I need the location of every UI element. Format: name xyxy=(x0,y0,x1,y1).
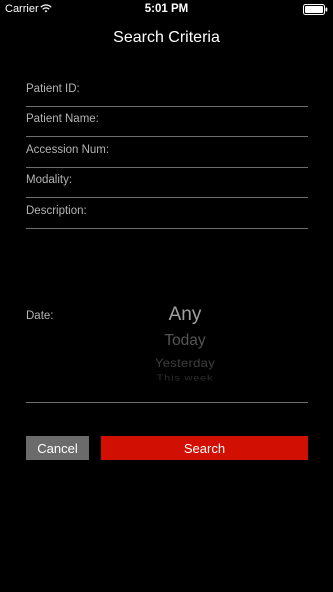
modality-field[interactable]: Modality: xyxy=(26,167,308,198)
accession-num-label: Accession Num: xyxy=(26,144,110,156)
description-input[interactable] xyxy=(112,202,308,224)
date-divider xyxy=(26,402,308,403)
accession-num-field[interactable]: Accession Num: xyxy=(26,137,308,168)
battery-icon xyxy=(303,4,328,15)
date-option-selected[interactable]: Any xyxy=(110,304,260,326)
date-option[interactable]: This week xyxy=(110,374,260,383)
page-title: Search Criteria xyxy=(113,29,220,46)
date-option[interactable]: Yesterday xyxy=(110,355,260,369)
description-label: Description: xyxy=(26,205,87,217)
date-label: Date: xyxy=(26,310,54,322)
search-button[interactable]: Search xyxy=(101,436,308,460)
status-bar: Carrier 5:01 PM xyxy=(0,0,333,18)
cancel-button[interactable]: Cancel xyxy=(26,436,89,460)
description-field[interactable]: Description: xyxy=(26,198,308,229)
date-option[interactable]: Today xyxy=(110,332,260,350)
patient-id-input[interactable] xyxy=(112,80,308,102)
patient-id-field[interactable]: Patient ID: xyxy=(26,76,308,107)
modality-label: Modality: xyxy=(26,174,73,186)
patient-id-label: Patient ID: xyxy=(26,83,80,95)
patient-name-label: Patient Name: xyxy=(26,113,99,125)
accession-num-input[interactable] xyxy=(112,141,308,163)
date-picker[interactable]: Any Today Yesterday This week xyxy=(110,300,260,390)
patient-name-field[interactable]: Patient Name: xyxy=(26,106,308,137)
status-time: 5:01 PM xyxy=(144,3,189,15)
patient-name-input[interactable] xyxy=(112,110,308,132)
modality-input[interactable] xyxy=(112,171,308,193)
